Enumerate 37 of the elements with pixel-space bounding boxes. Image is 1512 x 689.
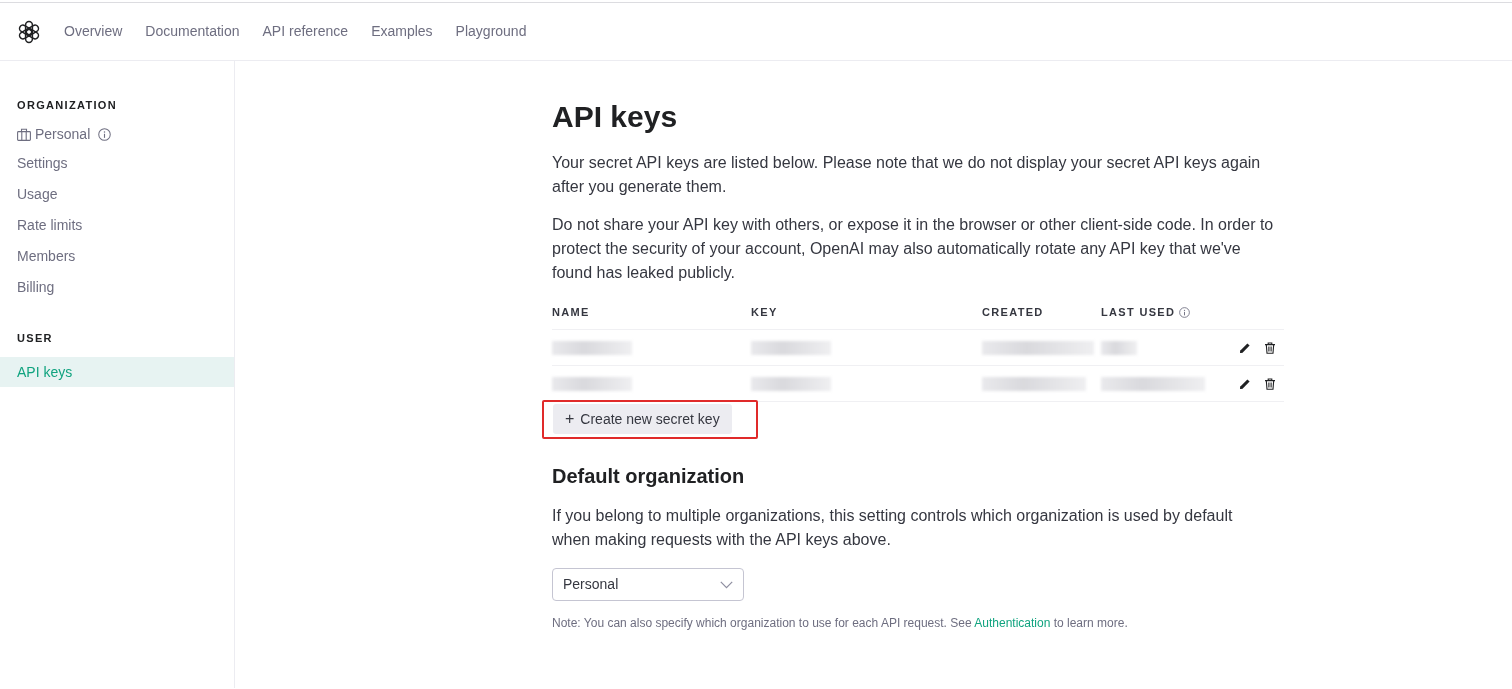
sidebar-item[interactable]: Personal — [0, 121, 234, 148]
trash-icon[interactable] — [1264, 377, 1276, 390]
nav-link[interactable]: API reference — [262, 21, 349, 42]
page-title: API keys — [552, 99, 679, 135]
sidebar-item[interactable]: Billing — [0, 272, 234, 303]
section-heading: ORGANIZATION — [16, 98, 118, 113]
nav-link[interactable]: Examples — [371, 21, 433, 42]
description-text: If you belong to multiple organizations, this setting controls which organization is used by default when making requests with the API keys above. — [552, 506, 1234, 550]
info-icon[interactable] — [1179, 306, 1191, 318]
authentication-link[interactable]: Authentication — [974, 616, 1051, 630]
sidebar-item[interactable]: Rate limits — [0, 210, 234, 241]
column-header: CREATED — [982, 304, 1044, 320]
create-key-button[interactable]: + Create new secret key — [553, 404, 732, 434]
organization-select[interactable]: Personal — [552, 568, 744, 601]
sidebar-item[interactable]: Members — [0, 241, 234, 272]
column-header: NAME — [552, 304, 590, 320]
nav-link[interactable]: Overview — [64, 21, 123, 42]
section-heading: USER — [16, 331, 54, 346]
sidebar-item[interactable]: Usage — [0, 179, 234, 210]
sidebar-item[interactable]: API keys — [0, 357, 234, 387]
trash-icon[interactable] — [1264, 341, 1276, 354]
nav-link[interactable]: Documentation — [145, 21, 240, 42]
pencil-icon[interactable] — [1239, 377, 1251, 390]
note-text: Note: You can also specify which organization to use for each API request. See Authentication to learn more. — [552, 615, 1129, 632]
logo-icon[interactable] — [17, 19, 41, 44]
column-header: KEY — [751, 304, 778, 320]
briefcase-icon — [17, 128, 31, 141]
description-text: Do not share your API key with others, or expose it in the browser or other client-side code. In order to protect the security of your account, OpenAI may also automatically rotate any API key that we've found has leaked publicly. — [552, 215, 1275, 283]
info-icon[interactable] — [98, 128, 112, 141]
column-header: LAST USED — [1101, 304, 1176, 320]
chevron-down-icon — [720, 580, 733, 589]
nav-link[interactable]: Playground — [455, 21, 527, 42]
description-text: Your secret API keys are listed below. Please note that we do not display your secret API keys again after you generate them. — [552, 153, 1262, 197]
pencil-icon[interactable] — [1239, 341, 1251, 354]
sidebar-item[interactable]: Settings — [0, 148, 234, 179]
blurred-text — [1101, 340, 1137, 355]
section-title: Default organization — [552, 464, 746, 489]
